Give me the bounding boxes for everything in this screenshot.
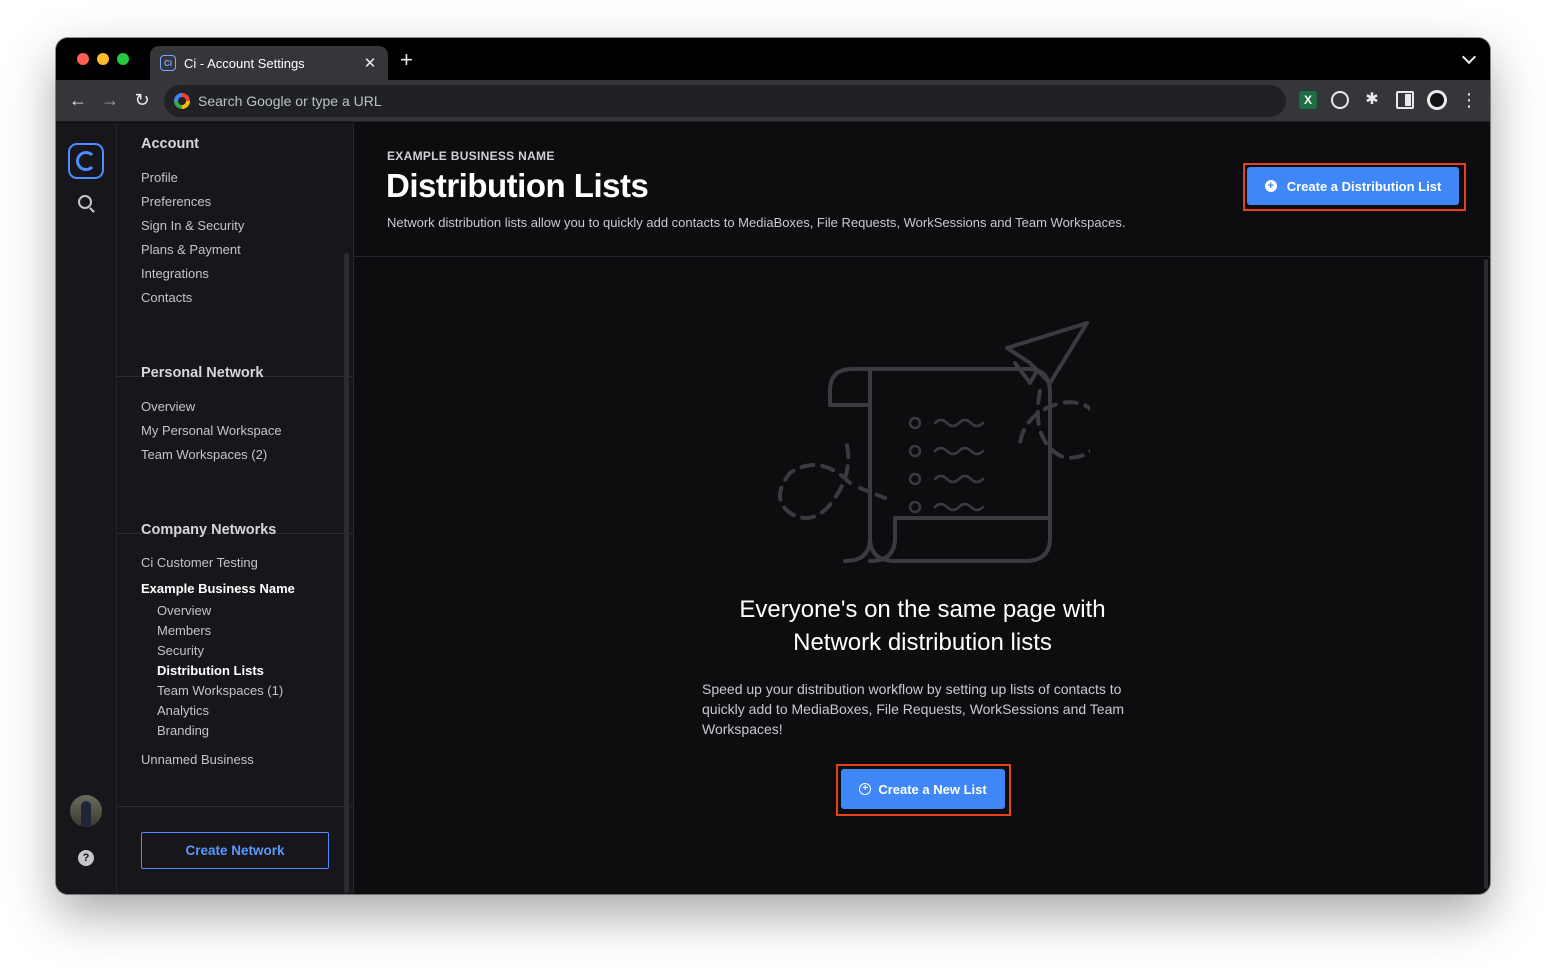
sidebar-item-sign-in-security[interactable]: Sign In & Security bbox=[117, 214, 353, 238]
ci-favicon-icon: Ci bbox=[160, 55, 176, 71]
sidebar-subitem-members[interactable]: Members bbox=[117, 621, 353, 641]
close-tab-icon[interactable]: ✕ bbox=[362, 54, 378, 72]
icon-rail: ? bbox=[56, 123, 117, 894]
browser-window: Ci Ci - Account Settings ✕ + ← → ↻ X ✱ ⋮… bbox=[56, 38, 1490, 894]
address-input[interactable] bbox=[198, 93, 798, 109]
profile-icon[interactable] bbox=[1427, 90, 1447, 110]
new-tab-button[interactable]: + bbox=[400, 48, 413, 72]
main-panel: EXAMPLE BUSINESS NAME Distribution Lists… bbox=[353, 123, 1490, 894]
sidebar-item-unnamed-business[interactable]: Unnamed Business bbox=[117, 748, 353, 772]
page-title: Distribution Lists bbox=[386, 167, 649, 204]
sidebar-item-contacts[interactable]: Contacts bbox=[117, 286, 353, 310]
sidebar-subitem-security[interactable]: Security bbox=[117, 641, 353, 661]
scroll-paper-plane-illustration bbox=[778, 321, 1090, 563]
sidebar-item-profile[interactable]: Profile bbox=[117, 166, 353, 190]
sidebar-item-team-workspaces[interactable]: Team Workspaces (2) bbox=[117, 443, 353, 467]
sidebar-subitem-overview[interactable]: Overview bbox=[117, 601, 353, 621]
settings-sidebar: Account Profile Preferences Sign In & Se… bbox=[117, 123, 353, 894]
sidebar-subitem-branding[interactable]: Branding bbox=[117, 721, 353, 741]
sidebar-item-example-business-name[interactable]: Example Business Name bbox=[117, 577, 353, 601]
sidebar-item-plans-payment[interactable]: Plans & Payment bbox=[117, 238, 353, 262]
sidebar-item-preferences[interactable]: Preferences bbox=[117, 190, 353, 214]
excel-icon[interactable]: X bbox=[1299, 91, 1317, 109]
personal-network-heading: Personal Network bbox=[141, 365, 264, 381]
app-content: ? Account Profile Preferences Sign In & … bbox=[56, 123, 1490, 894]
tab-title: Ci - Account Settings bbox=[184, 55, 305, 71]
empty-state-title-line-1: Everyone's on the same page with bbox=[739, 596, 1106, 623]
sidebar-subitem-team-workspaces[interactable]: Team Workspaces (1) bbox=[117, 681, 353, 701]
company-networks-heading: Company Networks bbox=[141, 522, 277, 538]
avatar[interactable] bbox=[70, 795, 102, 827]
maximize-window-button[interactable] bbox=[117, 53, 129, 65]
main-scrollbar[interactable] bbox=[1484, 259, 1488, 889]
sidebar-item-personal-overview[interactable]: Overview bbox=[117, 395, 353, 419]
kebab-menu-icon[interactable]: ⋮ bbox=[1460, 91, 1478, 109]
create-new-list-label: Create a New List bbox=[878, 781, 987, 797]
grammarly-icon[interactable] bbox=[1331, 91, 1349, 109]
close-window-button[interactable] bbox=[77, 53, 89, 65]
tab-bar: Ci Ci - Account Settings ✕ + bbox=[56, 38, 1490, 80]
account-section: Account Profile Preferences Sign In & Se… bbox=[117, 136, 353, 310]
help-icon[interactable]: ? bbox=[78, 850, 94, 866]
sidebar-subitem-distribution-lists[interactable]: Distribution Lists bbox=[117, 661, 353, 681]
sidebar-divider bbox=[117, 806, 353, 807]
create-new-list-button[interactable]: + Create a New List bbox=[841, 769, 1005, 809]
plus-circle-icon: + bbox=[859, 783, 872, 795]
empty-state-title: Everyone's on the same page with Network… bbox=[354, 593, 1490, 659]
company-networks-section: Company Networks Ci Customer Testing Exa… bbox=[117, 522, 353, 772]
create-distribution-list-label: Create a Distribution List bbox=[1286, 178, 1442, 194]
puzzle-icon[interactable]: ✱ bbox=[1363, 91, 1381, 109]
back-arrow-icon[interactable]: ← bbox=[67, 89, 89, 111]
empty-state-description: Speed up your distribution workflow by s… bbox=[702, 681, 1125, 737]
create-distribution-list-button[interactable]: + Create a Distribution List bbox=[1247, 167, 1459, 205]
sidebar-item-ci-customer-testing[interactable]: Ci Customer Testing bbox=[117, 551, 353, 575]
empty-state-title-line-2: Network distribution lists bbox=[793, 629, 1052, 656]
sidebar-item-integrations[interactable]: Integrations bbox=[117, 262, 353, 286]
google-icon bbox=[174, 93, 190, 109]
reload-icon[interactable]: ↻ bbox=[131, 89, 153, 111]
forward-arrow-icon[interactable]: → bbox=[99, 89, 121, 111]
sidebar-scrollbar[interactable] bbox=[344, 253, 349, 893]
account-heading: Account bbox=[141, 136, 199, 152]
personal-network-section: Personal Network Overview My Personal Wo… bbox=[117, 365, 353, 467]
browser-tab[interactable]: Ci Ci - Account Settings ✕ bbox=[150, 46, 388, 80]
plus-circle-icon: + bbox=[1264, 180, 1277, 192]
business-name: EXAMPLE BUSINESS NAME bbox=[387, 149, 555, 163]
page-description: Network distribution lists allow you to … bbox=[387, 215, 1126, 230]
minimize-window-button[interactable] bbox=[97, 53, 109, 65]
create-network-button[interactable]: Create Network bbox=[141, 832, 329, 869]
address-bar[interactable] bbox=[164, 85, 1286, 117]
tab-search-chevron-icon[interactable] bbox=[1461, 49, 1477, 65]
ci-logo-icon[interactable] bbox=[68, 143, 104, 179]
sidebar-subitem-analytics[interactable]: Analytics bbox=[117, 701, 353, 721]
side-panel-icon[interactable] bbox=[1396, 91, 1414, 109]
browser-toolbar: ← → ↻ X ✱ ⋮ bbox=[56, 80, 1490, 122]
page-header: EXAMPLE BUSINESS NAME Distribution Lists… bbox=[354, 123, 1490, 257]
search-icon[interactable] bbox=[78, 195, 92, 209]
sidebar-item-my-personal-workspace[interactable]: My Personal Workspace bbox=[117, 419, 353, 443]
